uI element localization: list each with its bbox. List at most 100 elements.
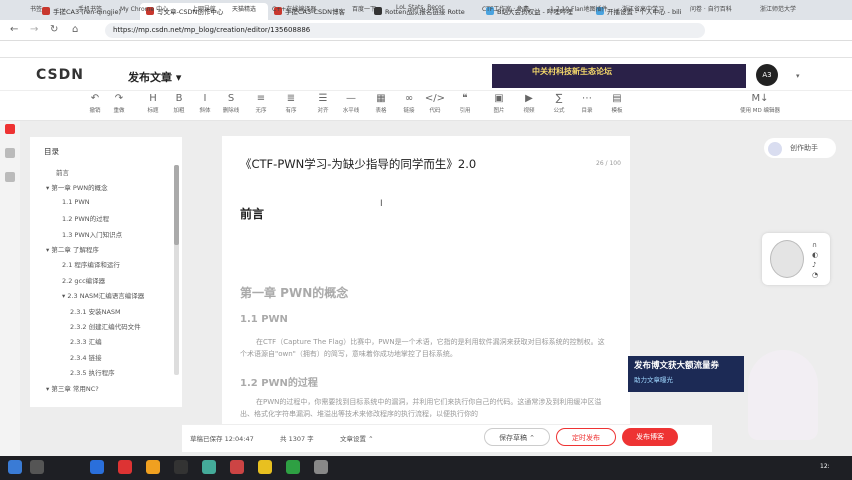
save-draft-button[interactable]: 保存草稿 ⌃ [484,428,550,446]
bookmark-item[interactable]: 天猫精选 [232,4,256,13]
toolbar-button-4[interactable]: I 斜体 [192,93,218,114]
toolbar-label: 链接 [403,108,415,114]
article-title-input[interactable]: 《CTF-PWN学习-为缺少指导的同学而生》2.0 [240,156,476,172]
toc-item[interactable]: 2.3.1 安装NASM [70,306,121,316]
bookmark-item[interactable]: 上网导航 [192,4,216,13]
toolbar-label: 视频 [523,108,535,114]
toolbar-button-16[interactable]: ∑ 公式 [546,93,572,114]
taskbar-app-icon[interactable] [118,460,132,474]
side-app-icon[interactable] [5,148,15,158]
paragraph-2[interactable]: 在PWN的过程中，你需要找到目标系统中的漏洞，并利用它们来执行你自己的代码。这通… [240,396,610,420]
ad-banner[interactable]: 中关村科技新生态论坛 [492,64,746,88]
taskbar-app-icon[interactable] [314,460,328,474]
bookmark-item[interactable]: CTF工作室 · 免费 [482,4,529,13]
start-icon[interactable] [8,460,22,474]
taskbar-app-icon[interactable] [146,460,160,474]
toolbar-button-17[interactable]: ⋯ 目录 [574,93,600,114]
toolbar-button-3[interactable]: B 加粗 [166,93,192,114]
toc-item[interactable]: 1.3 PWN入门知识点 [62,229,122,239]
taskbar-app-icon[interactable] [258,460,272,474]
bookmark-item[interactable]: C++在线编译器 [272,4,316,13]
align-icon: ☰ [318,93,328,104]
toolbar-button-6[interactable]: ≡ 无序 [248,93,274,114]
bookmark-item[interactable]: LoL Stats, Recor [396,4,444,11]
bookmark-item[interactable]: 1.7.10 Flan地图插件 [550,4,608,13]
toc-item[interactable]: 1.2 PWN的过程 [62,213,109,223]
toolbar-label: 删除线 [222,108,240,114]
taskbar-clock: 12: [820,463,830,470]
avatar[interactable]: A3 [756,64,778,86]
search-icon[interactable] [30,460,44,474]
toolbar-button-11[interactable]: ∞ 链接 [396,93,422,114]
widget-controls-icon[interactable]: ∩ ◐ ♪ ◔ [812,240,818,280]
toolbar-button-12[interactable]: </> 代码 [422,93,448,114]
toolbar-button-13[interactable]: ❝ 引用 [452,93,478,114]
bookmark-item[interactable]: 书签 [30,4,42,13]
taskbar-app-icon[interactable] [202,460,216,474]
toolbar-button-5[interactable]: S 删除线 [218,93,244,114]
bookmark-item[interactable]: 问卷 · 自行百科 [690,4,732,13]
bookmark-item[interactable]: 手机书签 [78,4,102,13]
bookmark-item[interactable]: My Chrome 中心 [120,4,168,13]
bookmark-item[interactable]: 百度一下 [352,4,376,13]
reload-icon[interactable]: ↻ [50,24,58,35]
schedule-publish-button[interactable]: 定时发布 [556,428,616,446]
toc-item[interactable]: 2.3.2 创建汇编代码文件 [70,321,141,331]
home-icon[interactable]: ⌂ [72,24,78,35]
publish-button[interactable]: 发布博客 [622,428,678,446]
toc-item[interactable]: 2.3.5 执行程序 [70,367,115,377]
toc-item[interactable]: 1.1 PWN [62,198,90,206]
forward-icon[interactable]: → [30,24,38,35]
heading-chapter1[interactable]: 第一章 PWN的概念 [240,284,348,301]
toolbar-label: 有序 [285,108,297,114]
toolbar-button-0[interactable]: ↶ 撤销 [82,93,108,114]
heading-section-1-2[interactable]: 1.2 PWN的过程 [240,374,318,389]
taskbar-app-icon[interactable] [230,460,244,474]
toc-scroll-thumb[interactable] [174,165,179,245]
toolbar-button-14[interactable]: ▣ 图片 [486,93,512,114]
toc-item[interactable]: 2.3.4 链接 [70,352,102,362]
side-app-icon[interactable] [5,124,15,134]
promo-banner[interactable]: 发布博文获大额流量券 助力文章曝光 [628,356,744,392]
ordered-list-icon: ≣ [286,93,296,104]
toolbar-button-15[interactable]: ▶ 视频 [516,93,542,114]
toolbar-button-2[interactable]: H 标题 [140,93,166,114]
toolbar-button-10[interactable]: ▦ 表格 [368,93,394,114]
side-app-icon[interactable] [5,172,15,182]
link-icon: ∞ [404,93,414,104]
italic-icon: I [203,93,207,104]
toc-item[interactable]: 2.1 程序编译和运行 [62,259,120,269]
paragraph-1[interactable]: 在CTF（Capture The Flag）比赛中，PWN是一个术语，它指的是利… [240,336,610,360]
toc-item[interactable]: 2.3.3 汇编 [70,336,102,346]
toc-item[interactable]: 2.2 gcc编译器 [62,275,105,285]
toolbar-label: 斜体 [199,108,211,114]
page-title[interactable]: 发布文章 ▾ [128,69,181,85]
user-menu-icon[interactable]: ▾ [796,72,800,80]
toc-item[interactable]: ▾ 第二章 了解程序 [46,244,99,254]
toolbar-button-9[interactable]: — 水平线 [338,93,364,114]
toolbar-button-7[interactable]: ≣ 有序 [278,93,304,114]
toolbar-button-19[interactable]: M↓ 使用 MD 编辑器 [730,93,790,114]
toc-item[interactable]: ▾ 第一章 PWN的概念 [46,182,108,192]
csdn-logo[interactable]: CSDN [36,67,84,83]
heading-section-1-1[interactable]: 1.1 PWN [240,314,288,325]
taskbar-app-icon[interactable] [286,460,300,474]
taskbar-app-icon[interactable] [174,460,188,474]
video-icon: ▶ [525,93,533,104]
toolbar-button-1[interactable]: ↷ 重做 [106,93,132,114]
url-input[interactable]: https://mp.csdn.net/mp_blog/creation/edi… [105,23,705,38]
toc-item[interactable]: ▾ 第三章 常用NC? [46,383,99,393]
article-settings-button[interactable]: 文章设置 ⌃ [340,433,374,443]
heading-preface[interactable]: 前言 [240,205,264,222]
more-icon: ⋯ [582,93,592,104]
bookmark-item[interactable]: 浙江省高中学习 [622,4,664,13]
image-icon: ▣ [494,93,504,104]
toc-item[interactable]: 前言 [56,167,69,177]
toolbar-button-8[interactable]: ☰ 对齐 [310,93,336,114]
taskbar-app-icon[interactable] [90,460,104,474]
back-icon[interactable]: ← [10,24,18,35]
toc-item[interactable]: ▾ 2.3 NASM汇编语言编译器 [62,290,144,300]
undo-icon: ↶ [90,93,100,104]
bookmark-item[interactable]: 浙江师范大学 [760,4,796,13]
toolbar-button-18[interactable]: ▤ 模板 [604,93,630,114]
